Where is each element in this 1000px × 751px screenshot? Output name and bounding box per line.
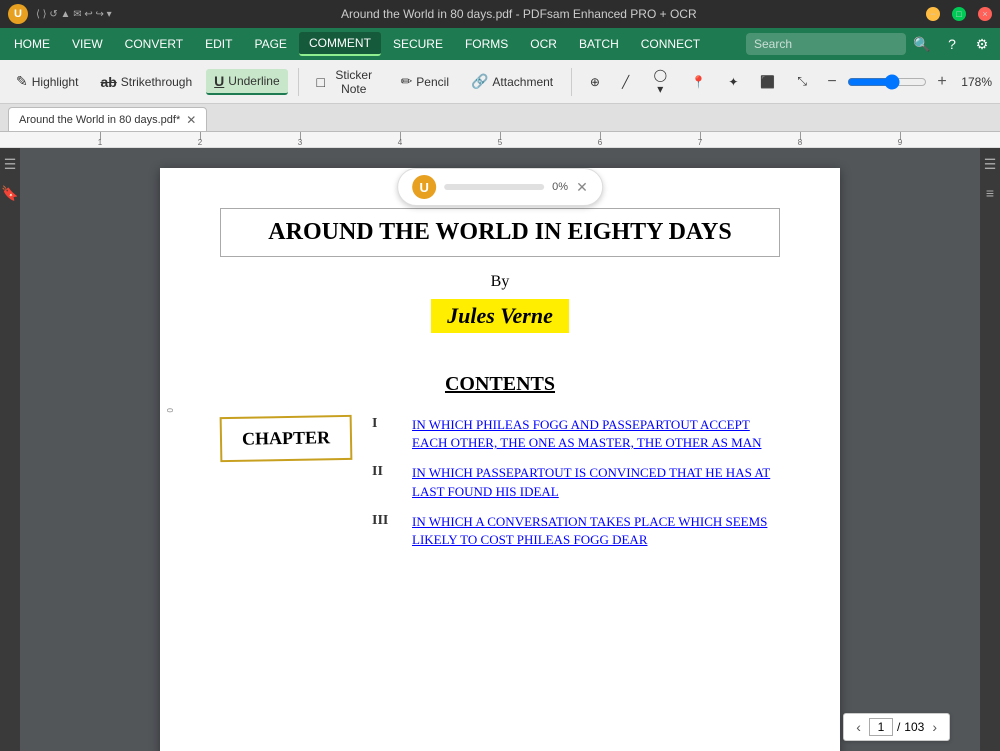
- underline-progress-popup: U 0% ✕: [397, 168, 603, 206]
- tab-close-button[interactable]: ✕: [186, 113, 196, 127]
- highlight-tool[interactable]: ✎ Highlight: [8, 69, 86, 94]
- chapter-section: CHAPTER I IN WHICH PHILEAS FOGG AND PASS…: [220, 416, 780, 561]
- shapes-tool[interactable]: ◯ ▾: [643, 64, 677, 100]
- pencil-tool[interactable]: ✏ Pencil: [393, 69, 457, 94]
- chapter-label-box: CHAPTER: [220, 415, 353, 462]
- zoom-value: 178%: [957, 75, 992, 89]
- document-tab[interactable]: Around the World in 80 days.pdf* ✕: [8, 107, 207, 131]
- chapter-num-2: II: [372, 464, 400, 480]
- pdf-page: 0 AROUND THE WORLD IN EIGHTY DAYS By Jul…: [160, 168, 840, 751]
- left-panel: ☰ 🔖: [0, 148, 20, 751]
- layers-icon[interactable]: ≡: [982, 181, 998, 205]
- right-panel: ☰ ≡: [980, 148, 1000, 751]
- table-row: III IN WHICH A CONVERSATION TAKES PLACE …: [372, 513, 780, 549]
- close-button[interactable]: ×: [978, 7, 992, 21]
- redact-tool[interactable]: ⬛: [752, 71, 783, 93]
- chapter-num-3: III: [372, 513, 400, 529]
- separator-1: [298, 68, 299, 96]
- panel-toggle-icon[interactable]: ☰: [0, 152, 20, 177]
- menu-edit[interactable]: EDIT: [195, 33, 242, 55]
- table-row: I IN WHICH PHILEAS FOGG AND PASSEPARTOUT…: [372, 416, 780, 452]
- vertical-indicator: 0: [166, 408, 175, 412]
- app-logo: U: [8, 4, 28, 24]
- chapter-link-3[interactable]: IN WHICH A CONVERSATION TAKES PLACE WHIC…: [412, 513, 780, 549]
- window-title: Around the World in 80 days.pdf - PDFsam…: [112, 7, 926, 21]
- chapter-list: I IN WHICH PHILEAS FOGG AND PASSEPARTOUT…: [372, 416, 780, 561]
- book-title: AROUND THE WORLD IN EIGHTY DAYS: [220, 208, 780, 257]
- current-page[interactable]: 1: [869, 718, 893, 736]
- strikethrough-tool[interactable]: ab Strikethrough: [92, 70, 200, 94]
- separator-2: [571, 68, 572, 96]
- main-area: ☰ 🔖 U 0% ✕ 0 AROUND THE WORLD IN EIGHTY …: [0, 148, 1000, 751]
- zoom-slider[interactable]: [847, 74, 927, 90]
- table-row: II IN WHICH PASSEPARTOUT IS CONVINCED TH…: [372, 464, 780, 500]
- menu-home[interactable]: HOME: [4, 33, 60, 55]
- app-icon: U ⟨ ⟩ ↺ ▲ ✉ ↩ ↪ ▾: [8, 4, 112, 24]
- menu-page[interactable]: PAGE: [244, 33, 296, 55]
- measure-tool[interactable]: ⊕: [582, 71, 608, 93]
- search-input[interactable]: [746, 33, 906, 55]
- menu-secure[interactable]: SECURE: [383, 33, 453, 55]
- underline-icon: U: [214, 73, 224, 89]
- pdf-area[interactable]: U 0% ✕ 0 AROUND THE WORLD IN EIGHTY DAYS…: [20, 148, 980, 751]
- tab-label: Around the World in 80 days.pdf*: [19, 114, 180, 126]
- stamp-tool[interactable]: ✦: [720, 71, 746, 93]
- sticker-icon: □: [316, 74, 324, 90]
- maximize-button[interactable]: □: [952, 7, 966, 21]
- total-pages: 103: [904, 720, 924, 734]
- menu-batch[interactable]: BATCH: [569, 33, 629, 55]
- author-name: Jules Verne: [431, 299, 569, 333]
- prev-page-button[interactable]: ‹: [852, 719, 865, 735]
- pencil-icon: ✏: [401, 73, 413, 90]
- menu-bar: HOME VIEW CONVERT EDIT PAGE COMMENT SECU…: [0, 28, 1000, 60]
- author-wrapper: Jules Verne: [220, 299, 780, 333]
- settings-button[interactable]: ⚙: [968, 30, 996, 58]
- page-navigation: ‹ 1 / 103 ›: [843, 713, 950, 741]
- menu-forms[interactable]: FORMS: [455, 33, 518, 55]
- tab-bar: Around the World in 80 days.pdf* ✕: [0, 104, 1000, 132]
- menu-comment[interactable]: COMMENT: [299, 32, 381, 56]
- menu-convert[interactable]: CONVERT: [115, 33, 193, 55]
- ruler: 1 2 3 4 5 6 7 8 9: [0, 132, 1000, 148]
- title-bar: U ⟨ ⟩ ↺ ▲ ✉ ↩ ↪ ▾ Around the World in 80…: [0, 0, 1000, 28]
- transform-tool[interactable]: ⤡: [789, 70, 815, 93]
- attachment-tool[interactable]: 🔗 Attachment: [463, 69, 561, 94]
- next-page-button[interactable]: ›: [928, 719, 941, 735]
- highlight-icon: ✎: [16, 73, 28, 90]
- chapter-num-1: I: [372, 416, 400, 432]
- attachment-icon: 🔗: [471, 73, 488, 90]
- chapter-link-1[interactable]: IN WHICH PHILEAS FOGG AND PASSEPARTOUT A…: [412, 416, 780, 452]
- zoom-controls: − + 178%: [821, 71, 992, 93]
- sticker-note-tool[interactable]: □ Sticker Note: [308, 64, 386, 100]
- line-tool[interactable]: ╱: [614, 71, 637, 93]
- progress-bar-background: [444, 184, 544, 190]
- menu-view[interactable]: VIEW: [62, 33, 113, 55]
- strikethrough-icon: ab: [100, 74, 116, 90]
- pin-tool[interactable]: 📍: [683, 71, 714, 93]
- minimize-button[interactable]: −: [926, 7, 940, 21]
- page-separator: /: [897, 720, 900, 734]
- properties-icon[interactable]: ☰: [980, 152, 1000, 177]
- progress-percent: 0%: [552, 181, 568, 193]
- zoom-in-button[interactable]: +: [931, 71, 953, 93]
- chapter-link-2[interactable]: IN WHICH PASSEPARTOUT IS CONVINCED THAT …: [412, 464, 780, 500]
- by-label: By: [220, 273, 780, 291]
- zoom-out-button[interactable]: −: [821, 71, 843, 93]
- contents-title: CONTENTS: [220, 373, 780, 396]
- menu-connect[interactable]: CONNECT: [631, 33, 710, 55]
- help-button[interactable]: ?: [938, 30, 966, 58]
- toolbar: ✎ Highlight ab Strikethrough U Underline…: [0, 60, 1000, 104]
- underline-tool[interactable]: U Underline: [206, 69, 288, 95]
- menu-ocr[interactable]: OCR: [520, 33, 567, 55]
- window-controls: − □ ×: [926, 7, 992, 21]
- underline-progress-icon: U: [412, 175, 436, 199]
- search-button[interactable]: 🔍: [908, 30, 936, 58]
- close-popup-button[interactable]: ✕: [576, 179, 588, 196]
